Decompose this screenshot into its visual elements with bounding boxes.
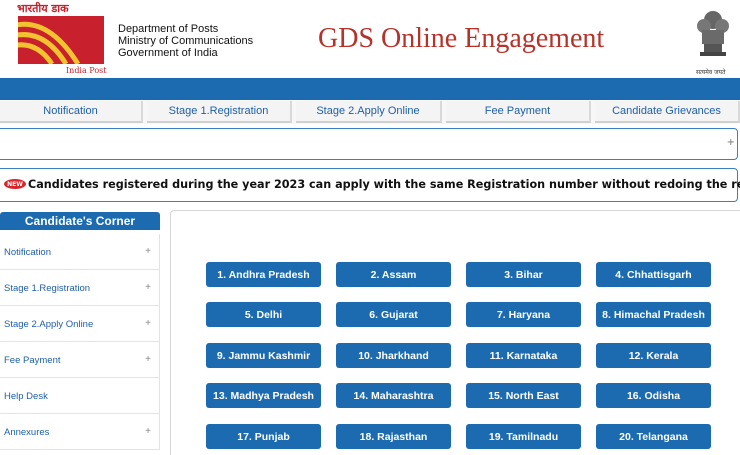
submenu-expand-icon[interactable]: + bbox=[727, 137, 735, 148]
sidebar-item-label: Help Desk bbox=[4, 391, 48, 402]
state-button[interactable]: 13. Madhya Pradesh bbox=[206, 383, 321, 408]
state-button[interactable]: 6. Gujarat bbox=[336, 302, 451, 327]
sidebar-item-label: Fee Payment bbox=[4, 355, 61, 366]
candidates-corner-sidebar: Candidate's Corner Notification + Stage … bbox=[0, 212, 160, 455]
sidebar-item-label: Stage 1.Registration bbox=[4, 283, 91, 294]
state-button[interactable]: 20. Telangana bbox=[596, 424, 711, 449]
dept-line-2: Ministry of Communications bbox=[118, 35, 254, 47]
sidebar-title: Candidate's Corner bbox=[0, 212, 160, 230]
state-button[interactable]: 19. Tamilnadu bbox=[466, 424, 581, 449]
sidebar-item-fee-payment[interactable]: Fee Payment + bbox=[0, 342, 160, 378]
india-post-logo[interactable]: भारतीय डाक India Post bbox=[0, 0, 110, 78]
state-button[interactable]: 8. Himachal Pradesh bbox=[596, 302, 711, 327]
nav-stage1-registration[interactable]: Stage 1.Registration bbox=[147, 101, 292, 123]
state-button[interactable]: 14. Maharashtra bbox=[336, 383, 451, 408]
expand-plus-icon[interactable]: + bbox=[145, 354, 151, 365]
page-title: GDS Online Engagement bbox=[318, 23, 605, 54]
state-button[interactable]: 9. Jammu Kashmir bbox=[206, 343, 321, 368]
dept-line-3: Government of India bbox=[118, 47, 218, 59]
state-button[interactable]: 1. Andhra Pradesh bbox=[206, 262, 321, 287]
state-button[interactable]: 17. Punjab bbox=[206, 424, 321, 449]
dept-line-1: Department of Posts bbox=[118, 23, 219, 35]
sidebar-item-stage1-registration[interactable]: Stage 1.Registration + bbox=[0, 270, 160, 306]
state-button[interactable]: 3. Bihar bbox=[466, 262, 581, 287]
sidebar-item-label: Stage 2.Apply Online bbox=[4, 319, 94, 330]
state-button[interactable]: 2. Assam bbox=[336, 262, 451, 287]
expand-plus-icon[interactable]: + bbox=[145, 246, 151, 257]
submenu-bar: + bbox=[0, 128, 738, 160]
state-button[interactable]: 12. Kerala bbox=[596, 343, 711, 368]
header-blue-strip bbox=[0, 78, 740, 100]
state-button[interactable]: 15. North East bbox=[466, 383, 581, 408]
state-button[interactable]: 4. Chhattisgarh bbox=[596, 262, 711, 287]
expand-plus-icon[interactable]: + bbox=[145, 426, 151, 437]
sidebar-item-help-desk[interactable]: Help Desk bbox=[0, 378, 160, 414]
news-ticker: NEW Candidates registered during the yea… bbox=[0, 168, 740, 202]
main-nav: Notification Stage 1.Registration Stage … bbox=[0, 100, 740, 124]
state-button[interactable]: 5. Delhi bbox=[206, 302, 321, 327]
emblem-caption: सत्यमेव जयते bbox=[696, 69, 726, 76]
expand-plus-icon[interactable]: + bbox=[145, 282, 151, 293]
logo-caption: India Post bbox=[66, 66, 107, 75]
sidebar-item-annexures[interactable]: Annexures + bbox=[0, 414, 160, 450]
state-button[interactable]: 18. Rajasthan bbox=[336, 424, 451, 449]
national-emblem-icon bbox=[690, 2, 736, 76]
india-post-logo-icon bbox=[18, 16, 104, 64]
nav-fee-payment[interactable]: Fee Payment bbox=[446, 101, 591, 123]
state-button[interactable]: 16. Odisha bbox=[596, 383, 711, 408]
state-button[interactable]: 11. Karnataka bbox=[466, 343, 581, 368]
logo-hindi-text: भारतीय डाक bbox=[17, 2, 69, 15]
page-root: भारतीय डाक India Post Department of Post… bbox=[0, 0, 740, 455]
department-block: Department of Posts Ministry of Communic… bbox=[118, 23, 253, 59]
state-button[interactable]: 7. Haryana bbox=[466, 302, 581, 327]
sidebar-item-label: Notification bbox=[4, 247, 51, 258]
sidebar-item-label: Annexures bbox=[4, 427, 50, 438]
nav-stage2-apply-online[interactable]: Stage 2.Apply Online bbox=[296, 101, 442, 123]
sidebar-item-stage2-apply-online[interactable]: Stage 2.Apply Online + bbox=[0, 306, 160, 342]
ticker-message[interactable]: Candidates registered during the year 20… bbox=[28, 178, 740, 191]
expand-plus-icon[interactable]: + bbox=[145, 318, 151, 329]
state-button[interactable]: 10. Jharkhand bbox=[336, 343, 451, 368]
sidebar-item-notification[interactable]: Notification + bbox=[0, 234, 160, 270]
state-selection-panel: 1. Andhra Pradesh 2. Assam 3. Bihar 4. C… bbox=[170, 210, 740, 455]
nav-candidate-grievances[interactable]: Candidate Grievances bbox=[595, 101, 740, 123]
new-badge-icon: NEW bbox=[4, 179, 26, 189]
site-header: भारतीय डाक India Post Department of Post… bbox=[0, 0, 740, 78]
nav-notification[interactable]: Notification bbox=[0, 101, 143, 123]
